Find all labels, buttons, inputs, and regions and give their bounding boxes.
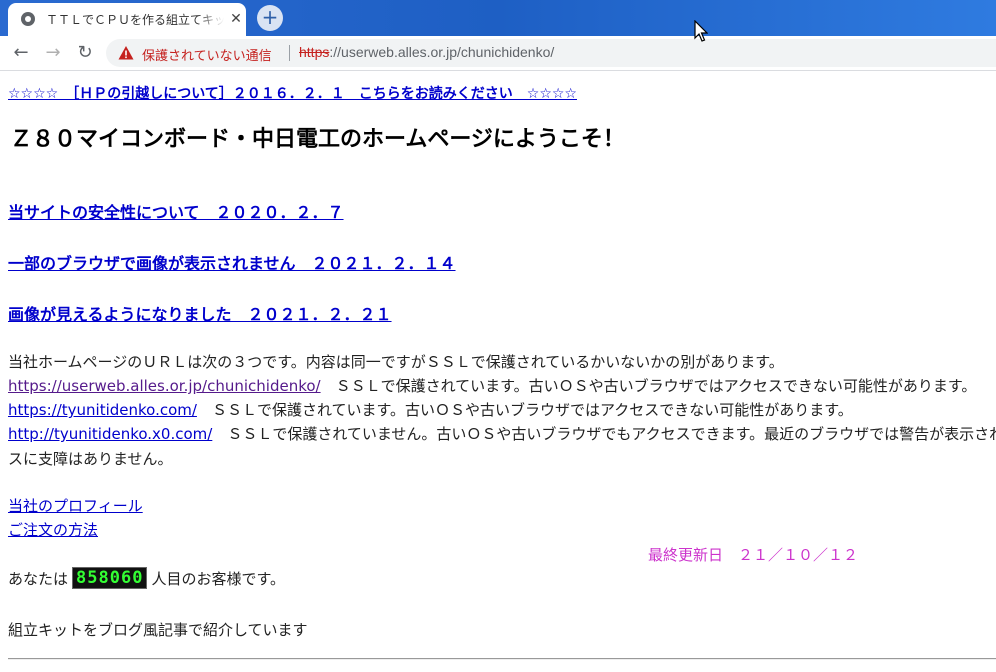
- url-desc-3: ＳＳＬで保護されていません。古いＯＳや古いブラウザでもアクセスできます。最近のブ…: [227, 425, 996, 443]
- page-title: Ｚ８０マイコンボード・中日電工のホームページにようこそ！: [10, 127, 625, 152]
- url-link-alles[interactable]: https://userweb.alles.or.jp/chunichidenk…: [8, 377, 321, 395]
- visitor-counter-line: あなたは 858060 人目のお客様です。: [8, 567, 285, 589]
- news-link-image-fixed[interactable]: 画像が見えるようになりました ２０２１．２．２１: [8, 301, 392, 325]
- url-scheme: https: [299, 44, 330, 60]
- url-path: ://userweb.alles.or.jp/chunichidenko/: [329, 44, 555, 60]
- url-row-1: https://userweb.alles.or.jp/chunichidenk…: [8, 375, 976, 396]
- tab-title: ＴＴＬでＣＰＵを作る組立てキット: [46, 13, 224, 27]
- browser-titlebar: ＴＴＬでＣＰＵを作る組立てキット ✕ +: [0, 0, 996, 36]
- url-desc-3-continued: スに支障はありません。: [8, 450, 173, 468]
- browser-tab[interactable]: ＴＴＬでＣＰＵを作る組立てキット ✕: [8, 3, 246, 36]
- url-desc-2: ＳＳＬで保護されています。古いＯＳや古いブラウザではアクセスできない可能性があり…: [196, 401, 853, 419]
- visitor-prefix: あなたは: [8, 569, 69, 588]
- horizontal-rule: [8, 658, 996, 660]
- security-status[interactable]: 保護されていない通信: [142, 45, 272, 64]
- address-bar[interactable]: 保護されていない通信 https://userweb.alles.or.jp/c…: [106, 39, 996, 67]
- reload-icon[interactable]: ↻: [72, 40, 98, 66]
- url-link-tyunitidenko-com[interactable]: https://tyunitidenko.com/: [8, 401, 197, 419]
- new-tab-button[interactable]: +: [257, 5, 283, 31]
- url-row-2: https://tyunitidenko.com/ ＳＳＬで保護されています。古…: [8, 399, 853, 420]
- globe-icon: [21, 12, 35, 26]
- tab-close-icon[interactable]: ✕: [228, 10, 244, 28]
- url-text[interactable]: https://userweb.alles.or.jp/chunichidenk…: [299, 44, 554, 60]
- url-row-3: http://tyunitidenko.x0.com/ ＳＳＬで保護されていませ…: [8, 423, 996, 444]
- url-intro-text: 当社ホームページのＵＲＬは次の３つです。内容は同一ですがＳＳＬで保護されているか…: [8, 353, 784, 371]
- order-method-link[interactable]: ご注文の方法: [8, 519, 98, 540]
- news-link-site-safety[interactable]: 当サイトの安全性について ２０２０．２．７: [8, 199, 344, 223]
- news-link-image-issue[interactable]: 一部のブラウザで画像が表示されません ２０２１．２．１４: [8, 250, 456, 274]
- forward-icon[interactable]: →: [40, 40, 66, 66]
- visitor-counter: 858060: [72, 567, 148, 589]
- hp-move-notice-link[interactable]: ☆☆☆☆ ［ＨＰの引越しについて］２０１６．２．１ こちらをお読みください ☆☆…: [8, 83, 577, 103]
- page-content: ☆☆☆☆ ［ＨＰの引越しについて］２０１６．２．１ こちらをお読みください ☆☆…: [0, 71, 996, 672]
- address-divider: [289, 45, 290, 61]
- url-desc-1: ＳＳＬで保護されています。古いＯＳや古いブラウザではアクセスできない可能性があり…: [320, 377, 977, 395]
- back-icon[interactable]: ←: [8, 40, 34, 66]
- profile-link[interactable]: 当社のプロフィール: [8, 495, 143, 516]
- mouse-cursor-icon: [694, 20, 708, 42]
- blog-intro-text: 組立キットをブログ風記事で紹介しています: [8, 621, 308, 639]
- visitor-suffix: 人目のお客様です。: [151, 569, 285, 588]
- url-link-x0[interactable]: http://tyunitidenko.x0.com/: [8, 425, 212, 443]
- browser-toolbar: ← → ↻ 保護されていない通信 https://userweb.alles.o…: [0, 36, 996, 71]
- warning-icon[interactable]: [118, 45, 134, 61]
- last-updated: 最終更新日 ２１／１０／１２: [648, 546, 859, 564]
